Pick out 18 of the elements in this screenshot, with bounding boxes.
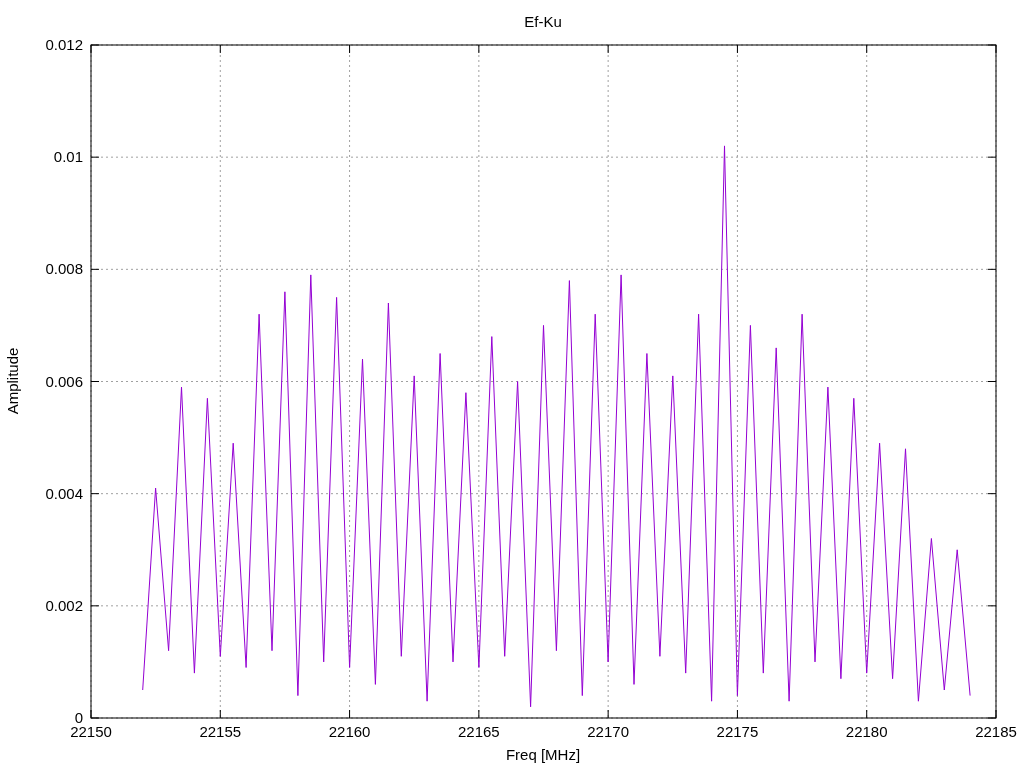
x-tick-label: 22165 (458, 723, 500, 740)
x-axis-label: Freq [MHz] (505, 746, 581, 763)
y-tick-label: 0.004 (45, 484, 83, 502)
x-tick-label: 22175 (716, 723, 759, 740)
y-tick-label: 0.01 (53, 148, 83, 166)
y-axis-label: Amplitude (4, 347, 21, 415)
x-tick-label: 22160 (328, 723, 371, 740)
x-tick-label: 22155 (199, 723, 242, 740)
y-tick-label: 0.006 (45, 372, 83, 390)
y-tick-label: 0.002 (45, 596, 83, 614)
x-tick-label: 22180 (845, 723, 888, 740)
y-tick-label: 0 (74, 709, 83, 726)
x-tick-label: 22185 (975, 723, 1017, 740)
x-tick-label: 22150 (70, 723, 112, 740)
chart-title: Ef-Ku (524, 13, 562, 30)
y-tick-label: 0.008 (45, 260, 83, 278)
y-tick-label: 0.012 (45, 36, 83, 53)
x-tick-label: 22170 (587, 723, 629, 740)
